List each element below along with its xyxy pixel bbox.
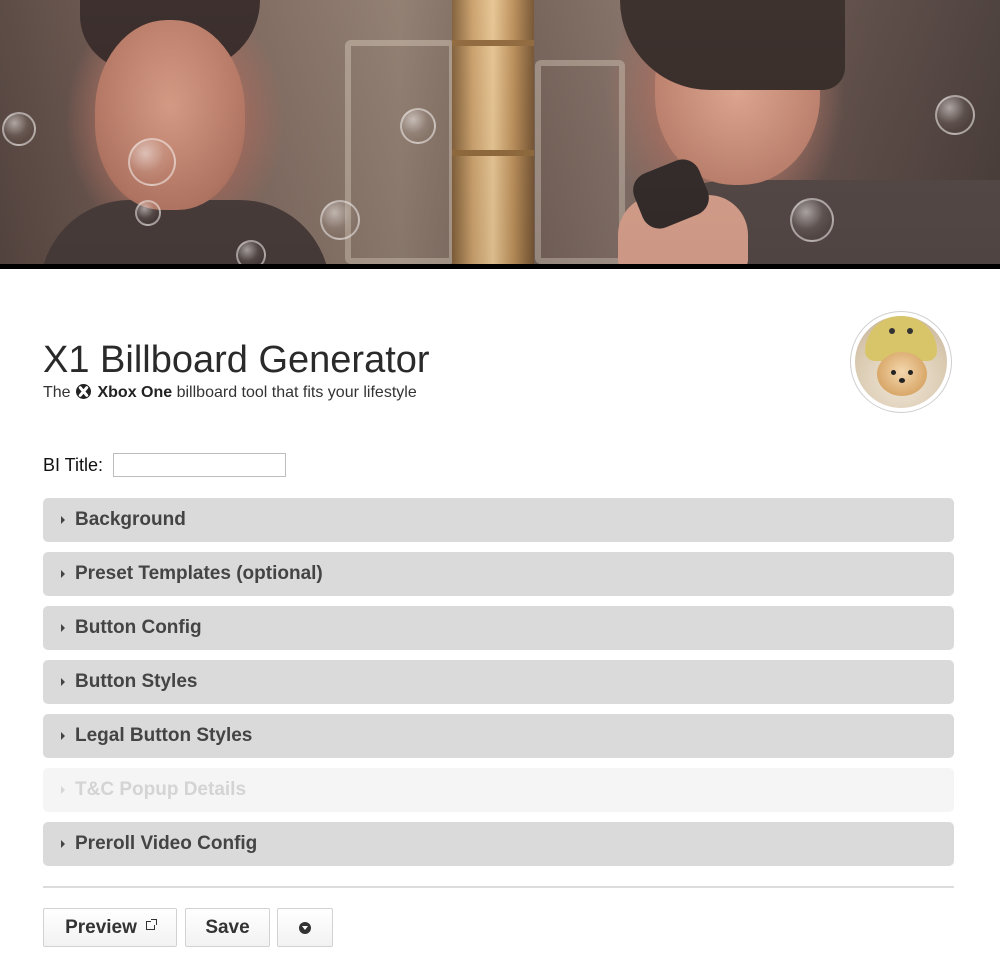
tagline-suffix: billboard tool that fits your lifestyle xyxy=(172,384,417,401)
panel-label: Button Config xyxy=(75,617,202,638)
panel-button-styles[interactable]: Button Styles xyxy=(43,660,954,704)
external-link-icon xyxy=(145,919,157,930)
panel-preset-templates[interactable]: Preset Templates (optional) xyxy=(43,552,954,596)
panel-label: T&C Popup Details xyxy=(75,779,247,800)
hero-banner-image xyxy=(0,0,1000,264)
panel-label: Button Styles xyxy=(75,671,198,692)
panel-button-config[interactable]: Button Config xyxy=(43,606,954,650)
hero-divider xyxy=(0,264,1000,269)
bi-title-input[interactable] xyxy=(113,453,286,477)
bi-title-label: BI Title: xyxy=(43,455,104,475)
caret-right-icon xyxy=(61,570,65,578)
avatar-dog-image xyxy=(855,316,947,408)
tagline-brand: Xbox One xyxy=(97,384,173,401)
circle-arrow-down-icon xyxy=(299,921,311,934)
avatar xyxy=(850,311,952,413)
form-divider xyxy=(43,886,954,888)
save-button[interactable]: Save xyxy=(185,908,270,947)
panel-background[interactable]: Background xyxy=(43,498,954,542)
caret-right-icon xyxy=(61,732,65,740)
download-options-button[interactable] xyxy=(277,908,333,947)
tagline: The Xbox One billboard tool that fits yo… xyxy=(43,383,417,403)
panel-label: Background xyxy=(75,509,186,530)
panel-label: Preset Templates (optional) xyxy=(75,563,323,584)
tagline-prefix: The xyxy=(43,384,76,401)
preview-button[interactable]: Preview xyxy=(43,908,177,947)
preview-button-label: Preview xyxy=(65,916,137,938)
page-title: X1 Billboard Generator xyxy=(43,339,430,381)
caret-right-icon xyxy=(61,840,65,848)
caret-right-icon xyxy=(61,678,65,686)
caret-right-icon xyxy=(61,516,65,524)
xbox-logo-icon xyxy=(76,384,92,399)
panel-label: Preroll Video Config xyxy=(75,833,258,854)
panel-legal-button-styles[interactable]: Legal Button Styles xyxy=(43,714,954,758)
panel-label: Legal Button Styles xyxy=(75,725,253,746)
caret-right-icon xyxy=(61,624,65,632)
caret-right-icon xyxy=(61,786,65,794)
panel-preroll-video-config[interactable]: Preroll Video Config xyxy=(43,822,954,866)
panel-tc-popup-details: T&C Popup Details xyxy=(43,768,954,812)
